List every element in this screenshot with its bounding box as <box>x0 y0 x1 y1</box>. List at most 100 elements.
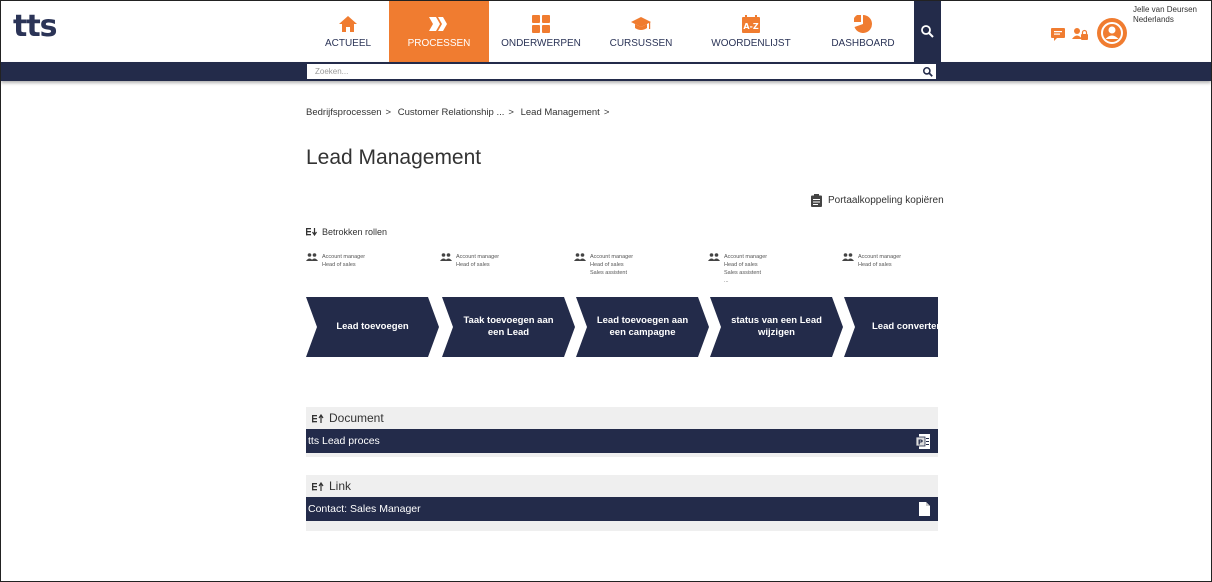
users-icon <box>440 253 452 261</box>
nav-label: ACTUEEL <box>324 38 372 49</box>
step-label: Taak toevoegen aan een Lead <box>463 315 554 338</box>
document-item[interactable]: tts Lead proces P <box>306 429 938 453</box>
svg-text:A-Z: A-Z <box>743 22 759 31</box>
nav-onderwerpen[interactable]: ONDERWERPEN <box>489 1 593 62</box>
nav-label: CURSUSSEN <box>609 38 673 49</box>
role-group: Account manager Head of sales <box>842 253 901 269</box>
portal-link-label: Portaalkoppeling kopiëren <box>828 195 944 206</box>
nav-woordenlijst[interactable]: A-Z WOORDENLIJST <box>689 1 813 62</box>
main-nav: ACTUEEL PROCESSEN ONDERWERPEN CURSUSSEN <box>307 1 913 62</box>
expand-icon <box>312 481 324 491</box>
link-item[interactable]: Contact: Sales Manager <box>306 497 938 521</box>
file-icon <box>919 502 930 516</box>
step-label: Lead toevoegen <box>336 321 409 332</box>
user-name: Jelle van Deursen <box>1132 5 1197 14</box>
process-step[interactable]: Lead toevoegen aan een campagne <box>576 297 709 357</box>
roles-row: Account manager Head of sales Account man… <box>306 253 938 293</box>
role-name: Sales assistent <box>590 270 627 276</box>
avatar[interactable] <box>1096 18 1127 48</box>
breadcrumb-item[interactable]: Customer Relationship ... <box>398 107 505 118</box>
process-step[interactable]: status van een Lead wijzigen <box>710 297 843 357</box>
nav-dashboard[interactable]: DASHBOARD <box>813 1 913 62</box>
role-name: Account manager <box>858 254 902 260</box>
nav-label: ONDERWERPEN <box>501 38 581 49</box>
role-name: Account manager <box>590 254 634 260</box>
app-window: tts ACTUEEL PROCESSEN ONDERWERPEN CURSUS… <box>0 0 1212 582</box>
role-name: Head of sales <box>322 262 356 268</box>
link-item-label: Contact: Sales Manager <box>308 503 421 515</box>
process-step[interactable]: Taak toevoegen aan een Lead <box>442 297 575 357</box>
users-lock-icon[interactable] <box>1069 23 1091 45</box>
graduation-cap-icon <box>631 14 651 34</box>
top-navigation-bar: tts ACTUEEL PROCESSEN ONDERWERPEN CURSUS… <box>1 1 1211 62</box>
page-title: Lead Management <box>306 146 482 169</box>
powerpoint-file-icon: P <box>916 433 930 449</box>
role-name: Account manager <box>456 254 500 260</box>
users-icon <box>708 253 720 261</box>
link-section-header[interactable]: Link <box>306 475 938 497</box>
search-submit-button[interactable] <box>919 64 936 79</box>
roles-toggle[interactable]: Betrokken rollen <box>306 227 387 237</box>
step-label: Lead converteren <box>872 321 938 332</box>
search-toggle-button[interactable] <box>914 1 941 62</box>
role-name: Account manager <box>322 254 366 260</box>
role-group: Account manager Head of sales Sales assist… <box>708 253 767 285</box>
process-step[interactable]: Lead toevoegen <box>306 297 439 357</box>
nav-cursussen[interactable]: CURSUSSEN <box>593 1 689 62</box>
step-label: status van een Lead wijzigen <box>731 315 822 338</box>
role-name: Head of sales <box>456 262 490 268</box>
user-area: Jelle van Deursen Nederlands <box>1047 5 1197 48</box>
nav-label: PROCESSEN <box>407 38 471 49</box>
link-section: Link Contact: Sales Manager <box>306 475 938 531</box>
topics-icon <box>531 14 551 34</box>
role-name: Account manager <box>724 254 768 260</box>
role-name: Sales assistent <box>724 270 761 276</box>
role-name: Head of sales <box>590 262 624 268</box>
user-icon <box>1100 22 1123 44</box>
expand-icon <box>312 413 324 423</box>
svg-text:P: P <box>918 438 923 446</box>
tts-logo[interactable]: tts <box>13 9 58 44</box>
section-heading: Document <box>329 411 384 425</box>
step-label: Lead toevoegen aan een campagne <box>596 315 689 338</box>
users-icon <box>842 253 854 261</box>
search-icon <box>922 66 933 77</box>
section-heading: Link <box>329 479 352 493</box>
breadcrumb-item[interactable]: Bedrijfsprocessen <box>306 107 382 118</box>
role-group: Account manager Head of sales <box>440 253 499 269</box>
chat-icon[interactable] <box>1047 23 1069 45</box>
processes-icon <box>429 14 449 34</box>
search-input[interactable]: Zoeken... <box>307 64 919 79</box>
role-group: Account manager Head of sales Sales assist… <box>574 253 633 277</box>
role-more[interactable]: ... <box>724 277 767 285</box>
document-item-label: tts Lead proces <box>308 435 380 447</box>
breadcrumb: Bedrijfsprocessen > Customer Relationship… <box>306 107 613 118</box>
user-info[interactable]: Jelle van Deursen Nederlands <box>1133 5 1197 25</box>
users-icon <box>574 253 586 261</box>
nav-label: DASHBOARD <box>831 38 895 49</box>
clipboard-icon <box>811 194 822 207</box>
nav-actueel[interactable]: ACTUEEL <box>307 1 389 62</box>
document-section-header[interactable]: Document <box>306 407 938 429</box>
glossary-icon: A-Z <box>741 14 761 34</box>
breadcrumb-separator: > <box>385 107 392 118</box>
pie-chart-icon <box>853 14 873 34</box>
role-name: Head of sales <box>858 262 892 268</box>
users-icon <box>306 253 318 261</box>
collapse-icon <box>306 228 317 236</box>
breadcrumb-item[interactable]: Lead Management <box>521 107 600 118</box>
copy-portal-link-button[interactable]: Portaalkoppeling kopiëren <box>811 194 944 207</box>
nav-processen[interactable]: PROCESSEN <box>389 1 489 62</box>
document-section: Document tts Lead proces P <box>306 407 938 457</box>
process-step[interactable]: Lead converteren <box>844 297 938 357</box>
search-icon <box>921 25 934 38</box>
role-group: Account manager Head of sales <box>306 253 365 269</box>
process-steps: Lead toevoegen Taak toevoegen aan een Lea… <box>306 297 938 357</box>
nav-label: WOORDENLIJST <box>711 38 791 49</box>
home-icon <box>338 14 358 34</box>
role-name: Head of sales <box>724 262 758 268</box>
user-language: Nederlands <box>1132 15 1174 24</box>
breadcrumb-separator: > <box>508 107 514 118</box>
breadcrumb-separator: > <box>603 107 610 118</box>
roles-toggle-label: Betrokken rollen <box>322 227 388 237</box>
